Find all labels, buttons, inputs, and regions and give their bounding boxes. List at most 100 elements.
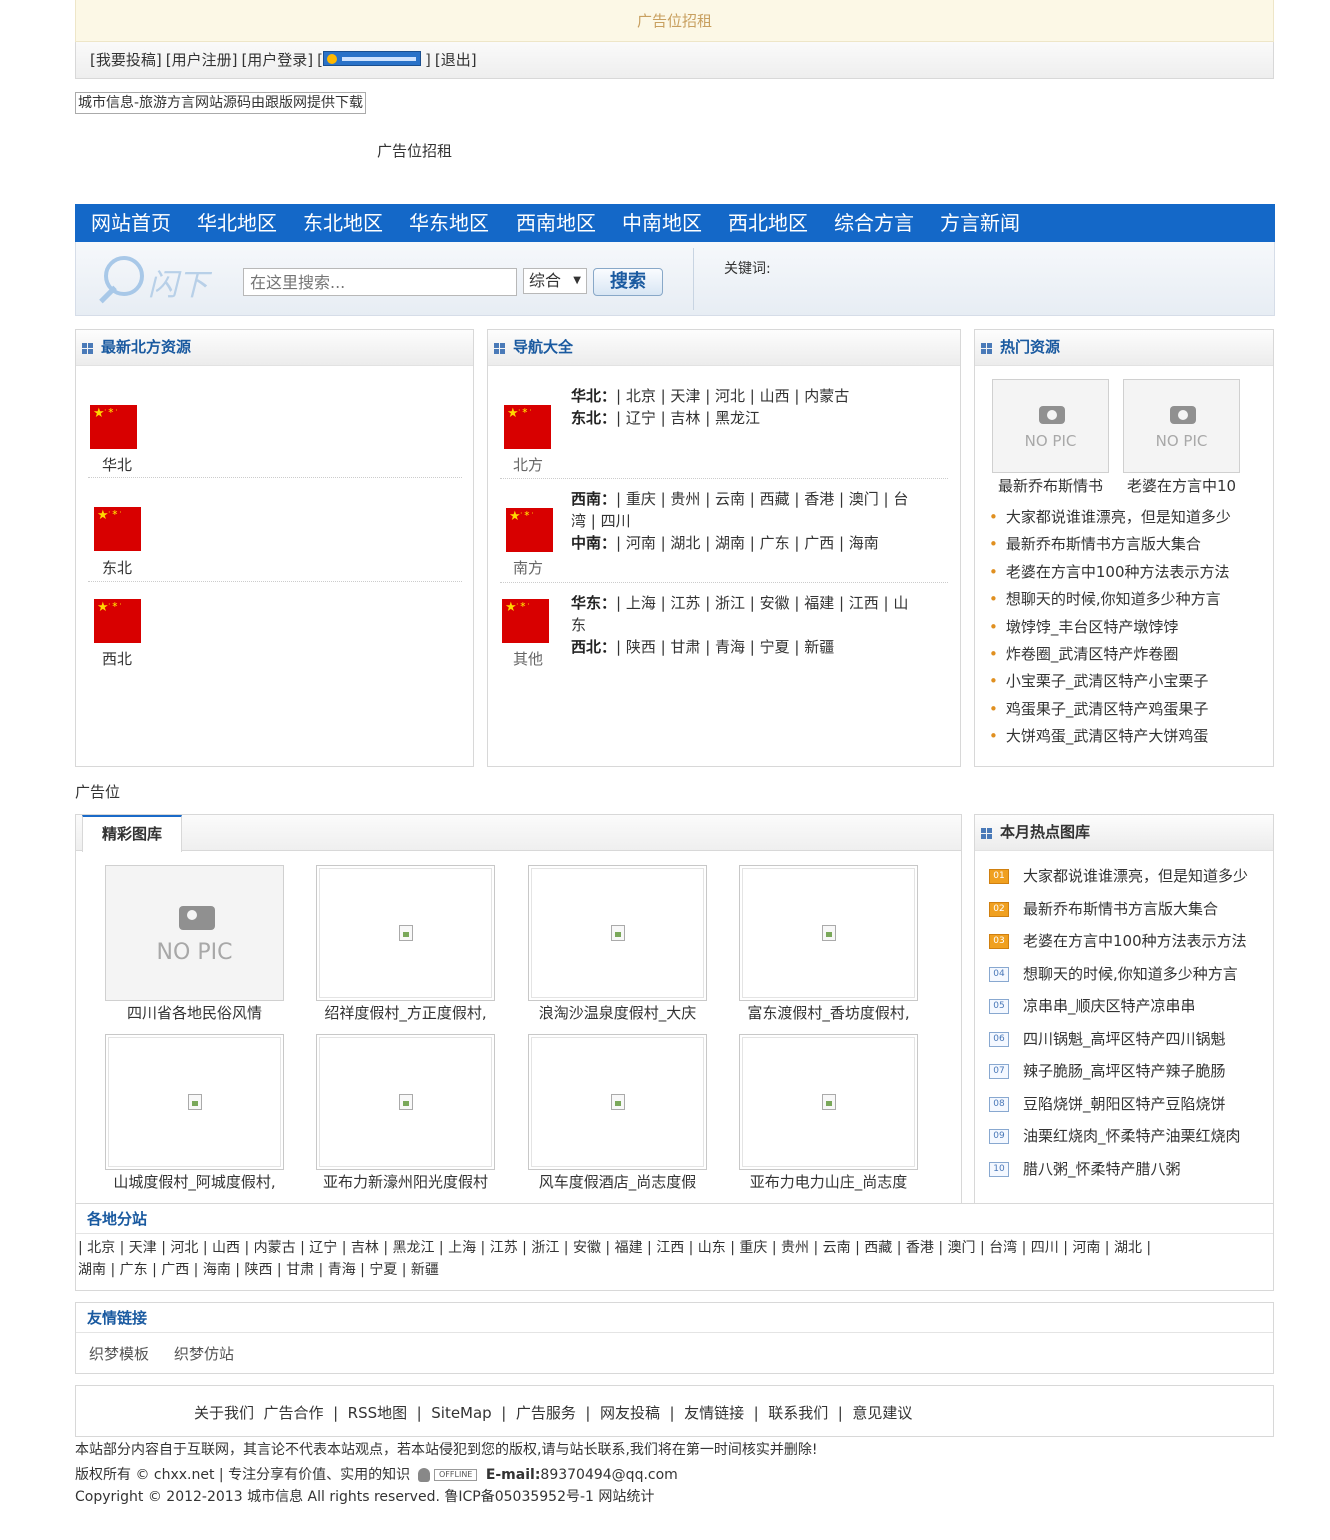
region-label-north[interactable]: 华北	[102, 454, 132, 475]
province-links[interactable]: | 河南 | 湖北 | 湖南 | 广东 | 广西 | 海南	[616, 534, 879, 552]
province-links[interactable]: | 陕西 | 甘肃 | 青海 | 宁夏 | 新疆	[616, 638, 834, 656]
panel-title: 导航大全	[513, 338, 574, 356]
gallery-thumbnail[interactable]	[105, 1034, 284, 1170]
china-flag-icon[interactable]	[504, 405, 551, 449]
submit-link[interactable]: [我要投稿]	[90, 51, 162, 69]
list-item[interactable]: 辣子脆肠_高坪区特产辣子脆肠	[1023, 1060, 1226, 1081]
hot-thumbnail[interactable]: NO PIC	[1123, 379, 1240, 473]
nav-news[interactable]: 方言新闻	[940, 204, 1020, 242]
qq-login-button[interactable]	[323, 51, 422, 66]
gallery-caption[interactable]: 山城度假村_阿城度假村,	[105, 1171, 284, 1192]
china-flag-icon[interactable]	[94, 599, 141, 643]
email-link[interactable]: 89370494@qq.com	[540, 1467, 677, 1483]
nav-north[interactable]: 华北地区	[197, 204, 277, 242]
province-links[interactable]: | 辽宁 | 吉林 | 黑龙江	[616, 409, 760, 427]
gallery-caption[interactable]: 富东渡假村_香坊度假村,	[739, 1002, 918, 1023]
china-flag-icon[interactable]	[90, 405, 137, 449]
list-item[interactable]: 大饼鸡蛋_武清区特产大饼鸡蛋	[989, 725, 1209, 746]
hot-thumbnail-caption[interactable]: 老婆在方言中10	[1123, 475, 1240, 496]
list-item[interactable]: 想聊天的时候,你知道多少种方言	[989, 588, 1221, 609]
rank-badge: 03	[989, 934, 1009, 949]
list-item[interactable]: 最新乔布斯情书方言版大集合	[1023, 898, 1218, 919]
logout-link[interactable]: [退出]	[435, 51, 477, 69]
list-item[interactable]: 炸卷圈_武清区特产炸卷圈	[989, 643, 1179, 664]
broken-image-icon	[610, 925, 625, 941]
search-button[interactable]: 搜索	[593, 268, 663, 296]
list-item[interactable]: 老婆在方言中100种方法表示方法	[989, 561, 1230, 582]
copyright-line: 版权所有 © chxx.net | 专注分享有价值、实用的知识 OFFLINE …	[75, 1464, 678, 1484]
login-link[interactable]: [用户登录]	[241, 51, 313, 69]
nav-home[interactable]: 网站首页	[91, 204, 171, 242]
gallery-thumbnail[interactable]	[528, 1034, 707, 1170]
hot-thumbnail-caption[interactable]: 最新乔布斯情书	[992, 475, 1109, 496]
latest-resources-panel: 最新北方资源 华北 东北 西北	[75, 329, 474, 767]
province-links[interactable]: | 北京 | 天津 | 河北 | 山西 | 内蒙古	[616, 387, 849, 405]
list-item[interactable]: 豆陷烧饼_朝阳区特产豆陷烧饼	[1023, 1093, 1226, 1114]
list-item[interactable]: 大家都说谁谁漂亮，但是知道多少	[989, 506, 1231, 527]
nav-central-south[interactable]: 中南地区	[622, 204, 702, 242]
gallery-thumbnail[interactable]	[316, 1034, 495, 1170]
list-item[interactable]: 老婆在方言中100种方法表示方法	[1023, 930, 1247, 951]
region-label-northwest[interactable]: 西北	[102, 648, 132, 669]
list-item[interactable]: 鸡蛋果子_武清区特产鸡蛋果子	[989, 698, 1209, 719]
gallery-thumbnail[interactable]	[316, 865, 495, 1001]
gallery-caption[interactable]: 浪淘沙温泉度假村_大庆	[528, 1002, 707, 1023]
list-item[interactable]: 最新乔布斯情书方言版大集合	[989, 533, 1201, 554]
rank-badge: 08	[989, 1097, 1009, 1112]
footer-links[interactable]: 关于我们 广告合作 | RSS地图 | SiteMap | 广告服务 | 网友投…	[194, 1402, 912, 1423]
group-label-other[interactable]: 其他	[513, 648, 543, 669]
grid-icon	[981, 343, 993, 355]
substation-line[interactable]: 湖南 | 广东 | 广西 | 海南 | 陕西 | 甘肃 | 青海 | 宁夏 | …	[78, 1259, 1151, 1281]
rank-badge: 01	[989, 869, 1009, 884]
copyright: Copyright © 2012-2013 城市信息 All rights re…	[75, 1489, 655, 1505]
top-ad-banner[interactable]: 广告位招租	[75, 0, 1274, 42]
list-item[interactable]: 油栗红烧肉_怀柔特产油栗红烧肉	[1023, 1125, 1241, 1146]
tab-gallery[interactable]: 精彩图库	[82, 815, 182, 852]
list-item[interactable]: 凉串串_顺庆区特产凉串串	[1023, 995, 1196, 1016]
ad-position[interactable]: 广告位	[75, 781, 120, 802]
friend-link[interactable]: 织梦仿站	[174, 1343, 234, 1364]
province-links[interactable]: | 重庆 | 贵州 | 云南 | 西藏 | 香港 | 澳门 | 台	[616, 490, 908, 508]
friend-link[interactable]: 织梦模板	[89, 1343, 149, 1364]
gallery-caption[interactable]: 风车度假酒店_尚志度假	[528, 1171, 707, 1192]
list-item[interactable]: 四川锅魁_高坪区特产四川锅魁	[1023, 1028, 1226, 1049]
gallery-thumbnail[interactable]	[528, 865, 707, 1001]
province-links[interactable]: 东	[571, 616, 586, 634]
panel-header: 热门资源	[975, 330, 1273, 366]
province-links[interactable]: | 上海 | 江苏 | 浙江 | 安徽 | 福建 | 江西 | 山	[616, 594, 908, 612]
gallery-caption[interactable]: 四川省各地民俗风情	[105, 1002, 284, 1023]
nav-northwest[interactable]: 西北地区	[728, 204, 808, 242]
province-links[interactable]: 湾 | 四川	[571, 512, 631, 530]
register-link[interactable]: [用户注册]	[166, 51, 238, 69]
group-label-south[interactable]: 南方	[513, 557, 543, 578]
nav-southwest[interactable]: 西南地区	[516, 204, 596, 242]
nav-northeast[interactable]: 东北地区	[303, 204, 383, 242]
hot-thumbnail[interactable]: NO PIC	[992, 379, 1109, 473]
list-item[interactable]: 大家都说谁谁漂亮，但是知道多少	[1023, 865, 1248, 886]
list-item[interactable]: 腊八粥_怀柔特产腊八粥	[1023, 1158, 1181, 1179]
substation-line[interactable]: | 北京 | 天津 | 河北 | 山西 | 内蒙古 | 辽宁 | 吉林 | 黑龙…	[78, 1237, 1151, 1259]
china-flag-icon[interactable]	[94, 507, 141, 551]
chevron-down-icon: ▼	[573, 275, 581, 286]
gallery-thumbnail[interactable]: NO PIC	[105, 865, 284, 1001]
site-logo[interactable]: 城市信息-旅游方言网站源码由跟版网提供下载	[75, 92, 367, 114]
gallery-thumbnail[interactable]	[739, 1034, 918, 1170]
offline-badge[interactable]: OFFLINE	[434, 1469, 478, 1481]
region-name: 西南：	[571, 490, 617, 508]
gallery-thumbnail[interactable]	[739, 865, 918, 1001]
list-item[interactable]: 想聊天的时候,你知道多少种方言	[1023, 963, 1238, 984]
china-flag-icon[interactable]	[502, 599, 549, 643]
ad-banner-2[interactable]: 广告位招租	[377, 140, 452, 161]
search-category-select[interactable]: 综合 ▼	[523, 268, 587, 294]
gallery-caption[interactable]: 亚布力新濠州阳光度假村	[316, 1171, 495, 1192]
nav-east[interactable]: 华东地区	[409, 204, 489, 242]
gallery-caption[interactable]: 亚布力电力山庄_尚志度	[739, 1171, 918, 1192]
nav-dialects[interactable]: 综合方言	[834, 204, 914, 242]
list-item[interactable]: 小宝栗子_武清区特产小宝栗子	[989, 670, 1209, 691]
group-label-north[interactable]: 北方	[513, 454, 543, 475]
gallery-caption[interactable]: 绍祥度假村_方正度假村,	[316, 1002, 495, 1023]
china-flag-icon[interactable]	[506, 508, 553, 552]
region-label-northeast[interactable]: 东北	[102, 557, 132, 578]
list-item[interactable]: 墩饽饽_丰台区特产墩饽饽	[989, 616, 1179, 637]
search-input[interactable]	[243, 268, 517, 296]
